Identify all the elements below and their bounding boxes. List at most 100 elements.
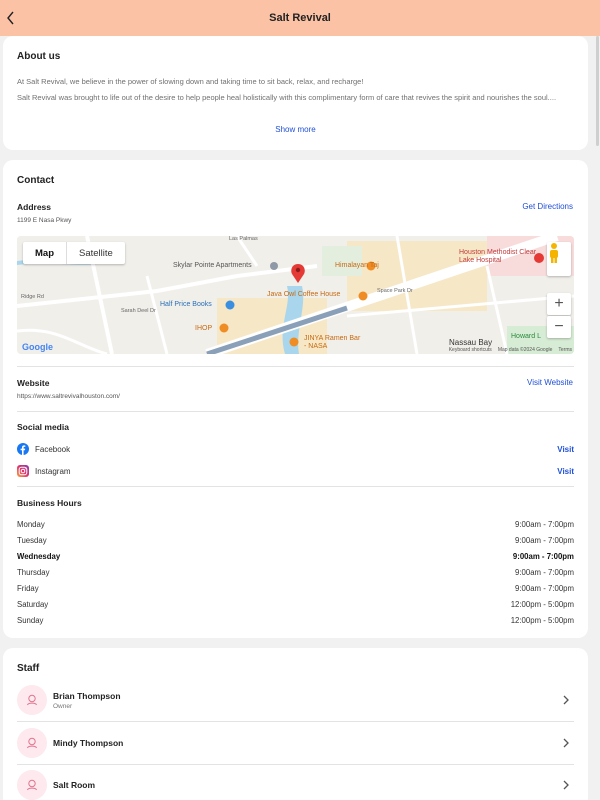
map-label-java-owl: Java Owl Coffee House	[267, 291, 341, 298]
google-logo: Google	[22, 342, 53, 352]
map-label-jinya: JINYA Ramen Bar - NASA	[304, 335, 361, 350]
user-avatar-icon	[27, 779, 37, 791]
staff-name: Salt Room	[53, 780, 96, 790]
facebook-icon	[17, 443, 29, 455]
website-value: https://www.saltrevivalhouston.com/	[17, 393, 120, 400]
staff-heading: Staff	[17, 663, 40, 674]
map-footer: Keyboard shortcuts Map data ©2024 Google…	[449, 347, 572, 353]
social-name-instagram: Instagram	[35, 466, 71, 476]
visit-website-link[interactable]: Visit Website	[527, 378, 573, 387]
page-title: Salt Revival	[269, 12, 331, 24]
map-label-ridge: Ridge Rd	[21, 294, 44, 300]
show-more-link[interactable]: Show more	[3, 125, 588, 134]
contact-card: Contact Address 1199 E Nasa Pkwy Get Dir…	[3, 160, 588, 638]
visit-instagram-link[interactable]: Visit	[557, 467, 574, 476]
hours-row-wednesday: Wednesday 9:00am - 7:00pm	[17, 548, 574, 564]
map-label-himalayan: Himalayan Taj	[335, 262, 379, 269]
scrollbar[interactable]	[596, 36, 600, 146]
map-label-ihop: IHOP	[195, 325, 213, 332]
staff-name-wrap: Salt Room	[53, 780, 95, 790]
business-hours-label: Business Hours	[17, 498, 82, 508]
address-label: Address	[17, 202, 52, 212]
map-label-howard: Howard L	[511, 333, 541, 340]
staff-row-salt-room[interactable]: Salt Room	[17, 767, 574, 800]
map-label-sarah: Sarah Deel Dr	[121, 308, 156, 314]
staff-name: Mindy Thompson	[53, 738, 124, 748]
get-directions-link[interactable]: Get Directions	[522, 202, 573, 211]
map-label-las-palmas: Las Palmas	[229, 236, 258, 242]
hours-day: Friday	[17, 583, 39, 593]
hours-time: 9:00am - 7:00pm	[515, 567, 574, 577]
map-label-space-park: Space Park Dr	[377, 288, 413, 294]
staff-role: Owner	[53, 702, 73, 710]
google-logo-text: Google	[22, 342, 53, 352]
hours-time: 12:00pm - 5:00pm	[510, 615, 574, 625]
keyboard-shortcuts-link[interactable]: Keyboard shortcuts	[449, 347, 492, 353]
website-label: Website	[17, 378, 50, 388]
hours-time: 12:00pm - 5:00pm	[510, 599, 574, 609]
hours-row-thursday: Thursday 9:00am - 7:00pm	[17, 564, 574, 580]
avatar	[17, 685, 47, 715]
map-type-toggle: Map Satellite	[23, 242, 125, 264]
social-media-label: Social media	[17, 422, 69, 432]
hours-row-friday: Friday 9:00am - 7:00pm	[17, 580, 574, 596]
about-paragraph-2: Salt Revival was brought to life out of …	[17, 93, 557, 102]
map-label-half-price: Half Price Books	[160, 301, 212, 308]
avatar	[17, 728, 47, 758]
user-avatar-icon	[27, 694, 37, 706]
hours-day: Saturday	[17, 599, 49, 609]
staff-row-brian[interactable]: Brian Thompson Owner	[17, 682, 574, 718]
about-paragraph-1: At Salt Revival, we believe in the power…	[17, 77, 364, 86]
map-label-houston-methodist: Houston Methodist Clear Lake Hospital	[459, 249, 537, 264]
contact-heading: Contact	[17, 175, 55, 186]
map-label-skylar: Skylar Pointe Apartments	[173, 262, 252, 269]
user-avatar-icon	[27, 737, 37, 749]
hours-time: 9:00am - 7:00pm	[515, 583, 574, 593]
zoom-out-button[interactable]: −	[547, 316, 571, 338]
hours-row-saturday: Saturday 12:00pm - 5:00pm	[17, 596, 574, 612]
divider	[17, 366, 574, 367]
map[interactable]: Map Satellite + − Skylar Pointe Apartmen…	[17, 236, 574, 354]
scrollbar-thumb[interactable]	[596, 36, 599, 146]
staff-row-mindy[interactable]: Mindy Thompson	[17, 725, 574, 761]
hours-time: 9:00am - 7:00pm	[515, 535, 574, 545]
hours-row-monday: Monday 9:00am - 7:00pm	[17, 516, 574, 532]
social-name-facebook: Facebook	[35, 444, 71, 454]
instagram-icon	[17, 465, 29, 477]
chevron-right-icon	[563, 738, 569, 748]
hours-day: Tuesday	[17, 535, 47, 545]
hours-row-tuesday: Tuesday 9:00am - 7:00pm	[17, 532, 574, 548]
hours-day: Sunday	[17, 615, 44, 625]
visit-facebook-link[interactable]: Visit	[557, 445, 574, 454]
pegman-icon	[550, 243, 558, 263]
hours-day: Thursday	[17, 567, 50, 577]
map-label-nassau-bay: Nassau Bay	[449, 338, 493, 347]
staff-name-wrap: Brian Thompson Owner	[53, 691, 121, 710]
chevron-right-icon	[563, 695, 569, 705]
hours-row-sunday: Sunday 12:00pm - 5:00pm	[17, 612, 574, 628]
hours-time: 9:00am - 7:00pm	[515, 519, 574, 529]
map-toggle-button[interactable]: Map	[23, 242, 66, 264]
hours-day: Monday	[17, 519, 45, 529]
divider	[17, 486, 574, 487]
divider	[17, 764, 574, 765]
hours-time: 9:00am - 7:00pm	[512, 551, 574, 561]
social-row-facebook: Facebook Visit	[17, 441, 574, 457]
about-card: About us At Salt Revival, we believe in …	[3, 36, 588, 150]
business-hours-list: Monday 9:00am - 7:00pm Tuesday 9:00am - …	[17, 516, 574, 628]
street-view-button[interactable]	[547, 242, 571, 276]
zoom-in-button[interactable]: +	[547, 293, 571, 315]
staff-name-wrap: Mindy Thompson	[53, 738, 123, 748]
satellite-toggle-button[interactable]: Satellite	[67, 242, 125, 264]
hours-day: Wednesday	[17, 551, 61, 561]
social-row-instagram: Instagram Visit	[17, 463, 574, 479]
avatar	[17, 770, 47, 800]
divider	[17, 411, 574, 412]
app-header: Salt Revival	[0, 0, 600, 36]
map-data-text: Map data ©2024 Google	[497, 347, 553, 353]
terms-link[interactable]: Terms	[558, 347, 572, 353]
back-button[interactable]	[0, 6, 22, 30]
chevron-left-icon	[7, 11, 14, 25]
chevron-right-icon	[563, 780, 569, 790]
staff-name: Brian Thompson	[53, 690, 121, 701]
